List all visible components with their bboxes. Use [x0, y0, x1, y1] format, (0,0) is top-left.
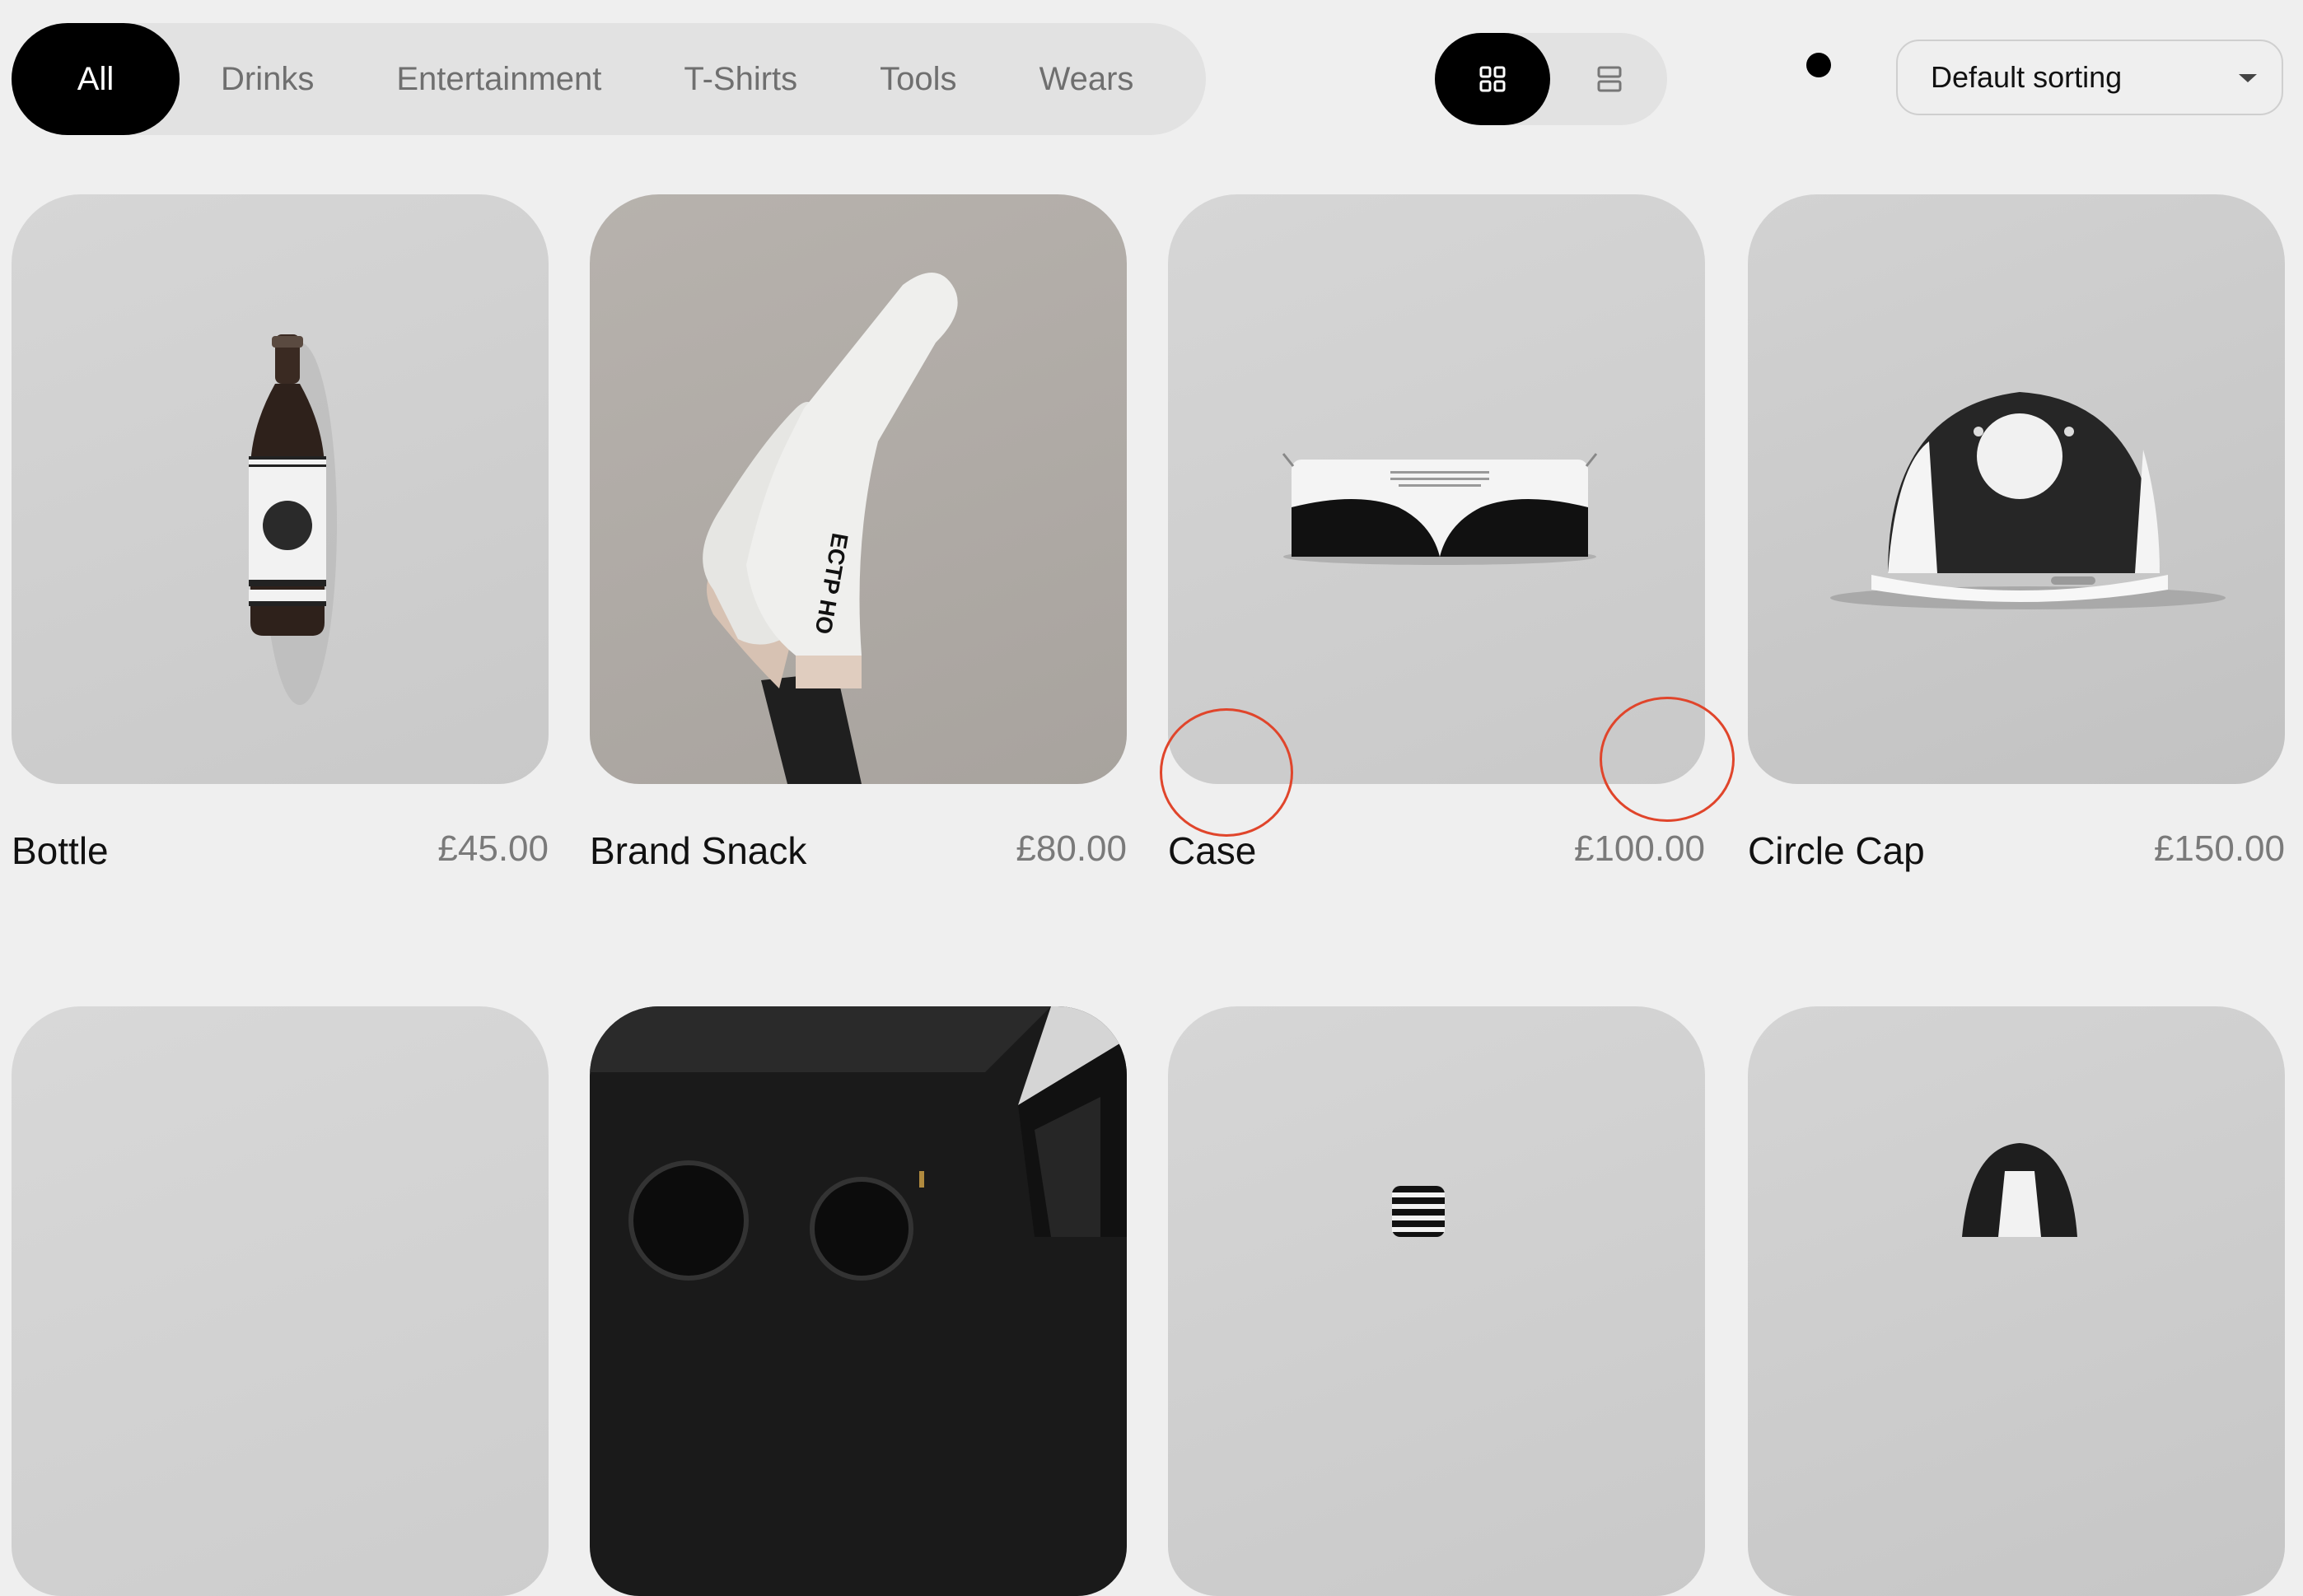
product-image-bottle[interactable]: [12, 194, 549, 784]
category-filter: All Drinks Entertainment T-Shirts Tools …: [12, 23, 1206, 135]
filter-drinks[interactable]: Drinks: [180, 23, 355, 135]
product-image[interactable]: [12, 1006, 549, 1596]
product-image[interactable]: [1748, 1006, 2285, 1596]
sort-select[interactable]: Default sorting: [1896, 40, 2283, 115]
product-name[interactable]: Bottle: [12, 828, 109, 873]
cap-illustration: [1830, 392, 2226, 609]
sort-selected-label: Default sorting: [1931, 60, 2123, 94]
filter-t-shirts[interactable]: T-Shirts: [642, 23, 839, 135]
product-image[interactable]: [590, 1006, 1127, 1596]
chevron-down-icon: [2239, 74, 2257, 82]
view-toggle: [1435, 33, 1667, 125]
product-name[interactable]: Circle Cap: [1748, 828, 1925, 873]
highlight-circle-right: [1600, 697, 1735, 822]
filter-wears[interactable]: Wears: [998, 23, 1175, 135]
product-price: £150.00: [2153, 828, 2285, 869]
bottle-illustration: [249, 334, 337, 705]
shop-toolbar: All Drinks Entertainment T-Shirts Tools …: [0, 0, 2303, 165]
grid-icon: [1479, 66, 1506, 92]
product-image-case[interactable]: [1168, 194, 1705, 784]
filter-tools[interactable]: Tools: [839, 23, 997, 135]
filter-all[interactable]: All: [12, 23, 180, 135]
grid-view-button[interactable]: [1435, 33, 1550, 125]
product-image-brand-snack[interactable]: ECTP HO: [590, 194, 1127, 784]
list-view-button[interactable]: [1552, 33, 1667, 125]
socks-illustration: ECTP HO: [703, 273, 958, 784]
filter-entertainment[interactable]: Entertainment: [355, 23, 642, 135]
product-image[interactable]: [1168, 1006, 1705, 1596]
case-illustration: [1282, 453, 1598, 565]
product-image-circle-cap[interactable]: [1748, 194, 2285, 784]
striped-can-illustration: [1392, 1186, 1445, 1237]
headphones-box-illustration: [590, 1006, 1127, 1281]
list-icon: [1597, 66, 1622, 92]
indicator-dot: [1806, 53, 1831, 77]
product-price: £100.00: [1573, 828, 1705, 869]
highlight-circle-left: [1160, 708, 1293, 837]
product-price: £45.00: [437, 828, 549, 869]
product-name[interactable]: Brand Snack: [590, 828, 806, 873]
product-price: £80.00: [1016, 828, 1127, 869]
hoodie-illustration: [1962, 1143, 2077, 1237]
